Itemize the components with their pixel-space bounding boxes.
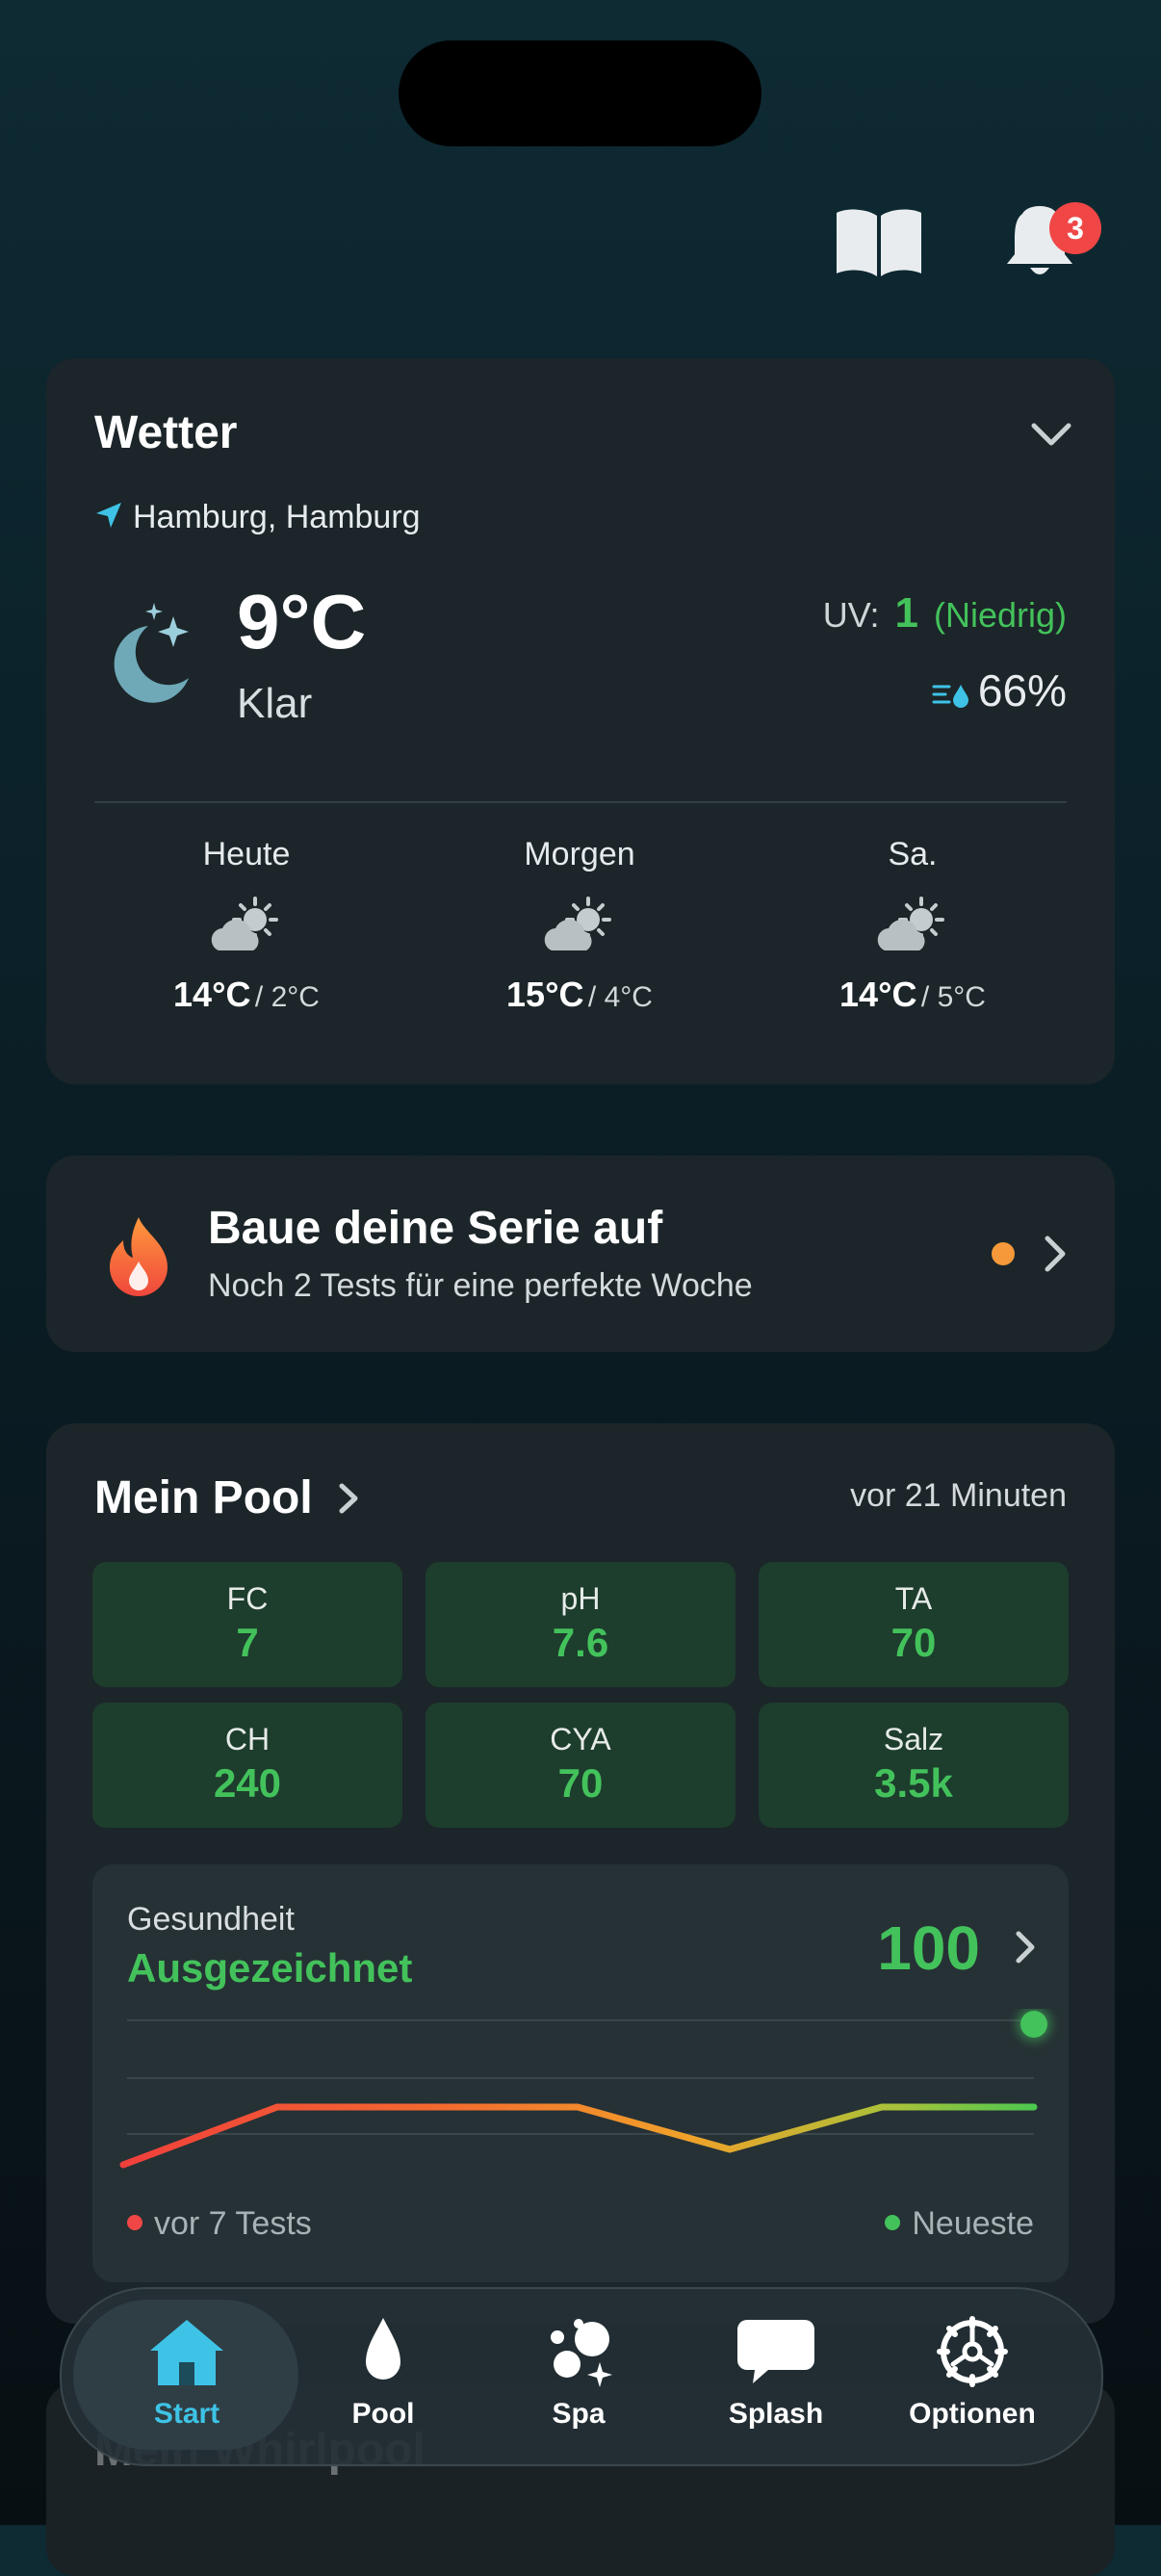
metric-ph[interactable]: pH 7.6	[426, 1562, 735, 1687]
health-label: Gesundheit	[127, 1901, 295, 1938]
partly-cloudy-icon	[544, 897, 611, 950]
legend-dot-green	[885, 2215, 901, 2230]
legend-newest: Neueste	[885, 2205, 1034, 2243]
forecast-day-label: Heute	[202, 836, 291, 872]
chat-bubble-icon	[737, 2320, 814, 2383]
legend-newest-label: Neueste	[912, 2205, 1034, 2242]
tab-label: Pool	[351, 2398, 415, 2430]
humidity-icon	[932, 684, 968, 708]
forecast-day-label: Sa.	[888, 836, 938, 872]
pool-updated: vor 21 Minuten	[850, 1477, 1067, 1514]
pool-card: Mein Pool vor 21 Minuten FC 7 pH 7.6 TA …	[46, 1423, 1115, 2324]
moon-stars-icon	[114, 603, 189, 703]
metric-value: 7	[236, 1620, 259, 1665]
forecast-low: / 4°C	[587, 981, 653, 1013]
metric-ch[interactable]: CH 240	[92, 1703, 402, 1828]
forecast-low: / 5°C	[920, 981, 986, 1013]
notification-badge: 3	[1049, 202, 1101, 254]
tab-spa[interactable]: Spa	[492, 2316, 665, 2431]
streak-status-dot	[992, 1242, 1015, 1265]
drop-icon	[366, 2318, 400, 2380]
health-trend-chart	[119, 2009, 1051, 2169]
notifications-button[interactable]: 3	[1001, 200, 1107, 287]
gear-icon	[937, 2316, 1008, 2387]
humidity: 66%	[932, 664, 1067, 716]
legend-oldest-label: vor 7 Tests	[154, 2205, 312, 2242]
uv-label: UV:	[822, 595, 880, 635]
uv-index: UV: 1 (Niedrig)	[823, 589, 1067, 637]
book-open-icon	[837, 209, 921, 276]
metric-value: 70	[557, 1760, 604, 1806]
guide-button[interactable]	[833, 204, 925, 281]
metric-salt[interactable]: Salz 3.5k	[759, 1703, 1069, 1828]
chevron-right-icon	[1016, 1931, 1035, 1964]
streak-title: Baue deine Serie auf	[208, 1203, 663, 1254]
tab-start[interactable]: Start	[100, 2316, 273, 2431]
metric-ta[interactable]: TA 70	[759, 1562, 1069, 1687]
tab-label: Spa	[552, 2398, 606, 2430]
chevron-right-icon	[1045, 1236, 1066, 1272]
dynamic-island	[399, 40, 761, 146]
weather-title: Wetter	[94, 407, 238, 458]
tab-label: Splash	[728, 2398, 824, 2430]
metric-value: 3.5k	[874, 1760, 953, 1806]
pool-title: Mein Pool	[94, 1472, 313, 1523]
humidity-value: 66%	[977, 665, 1067, 716]
latest-point	[1020, 2011, 1047, 2038]
weather-condition: Klar	[237, 680, 313, 727]
tab-splash[interactable]: Splash	[689, 2316, 863, 2431]
tab-optionen[interactable]: Optionen	[886, 2316, 1059, 2431]
location-arrow-icon	[96, 503, 121, 528]
metric-value: 7.6	[552, 1620, 609, 1665]
forecast-high: 15°C	[506, 975, 584, 1014]
forecast-high: 14°C	[173, 975, 251, 1014]
tab-label: Optionen	[909, 2398, 1036, 2430]
weather-divider	[94, 801, 1067, 803]
metric-fc[interactable]: FC 7	[92, 1562, 402, 1687]
metric-cya[interactable]: CYA 70	[426, 1703, 735, 1828]
health-score: 100	[877, 1913, 980, 1983]
forecast-day: Sa. 14°C / 5°C	[768, 836, 1057, 1015]
streak-card[interactable]: Baue deine Serie auf Noch 2 Tests für ei…	[46, 1156, 1115, 1352]
uv-value: 1	[894, 589, 918, 637]
metric-label: CYA	[550, 1722, 611, 1756]
bubbles-icon	[551, 2319, 612, 2387]
forecast-day: Heute 14°C / 2°C	[102, 836, 391, 1015]
health-status: Ausgezeichnet	[127, 1945, 413, 1991]
forecast-low: / 2°C	[254, 981, 320, 1013]
flame-icon	[110, 1217, 168, 1296]
legend-dot-red	[127, 2215, 142, 2230]
metric-value: 70	[890, 1620, 937, 1665]
forecast-day-label: Morgen	[524, 836, 635, 872]
metric-value: 240	[213, 1760, 282, 1806]
current-temperature: 9°C	[237, 579, 367, 664]
chevron-down-icon[interactable]	[1030, 422, 1072, 449]
pool-title-link[interactable]: Mein Pool	[94, 1471, 359, 1524]
streak-subtitle: Noch 2 Tests für eine perfekte Woche	[208, 1267, 753, 1304]
weather-location: Hamburg, Hamburg	[133, 499, 421, 535]
metric-label: pH	[560, 1581, 601, 1616]
metric-label: CH	[224, 1722, 271, 1756]
metric-label: FC	[226, 1581, 269, 1616]
partly-cloudy-icon	[877, 897, 944, 950]
health-trend-line	[119, 2103, 1038, 2169]
forecast-high: 14°C	[839, 975, 917, 1014]
home-icon	[150, 2320, 223, 2385]
metric-label: Salz	[883, 1722, 944, 1756]
forecast-day: Morgen 15°C / 4°C	[435, 836, 724, 1015]
legend-oldest: vor 7 Tests	[127, 2205, 312, 2243]
metric-label: TA	[894, 1581, 933, 1616]
tab-label: Start	[153, 2398, 220, 2430]
uv-text: (Niedrig)	[933, 595, 1067, 635]
health-panel[interactable]: Gesundheit Ausgezeichnet 100 vor 7 Tests…	[92, 1864, 1069, 2282]
tab-pool[interactable]: Pool	[297, 2316, 470, 2431]
chevron-right-icon	[339, 1483, 358, 1514]
partly-cloudy-icon	[211, 897, 278, 950]
